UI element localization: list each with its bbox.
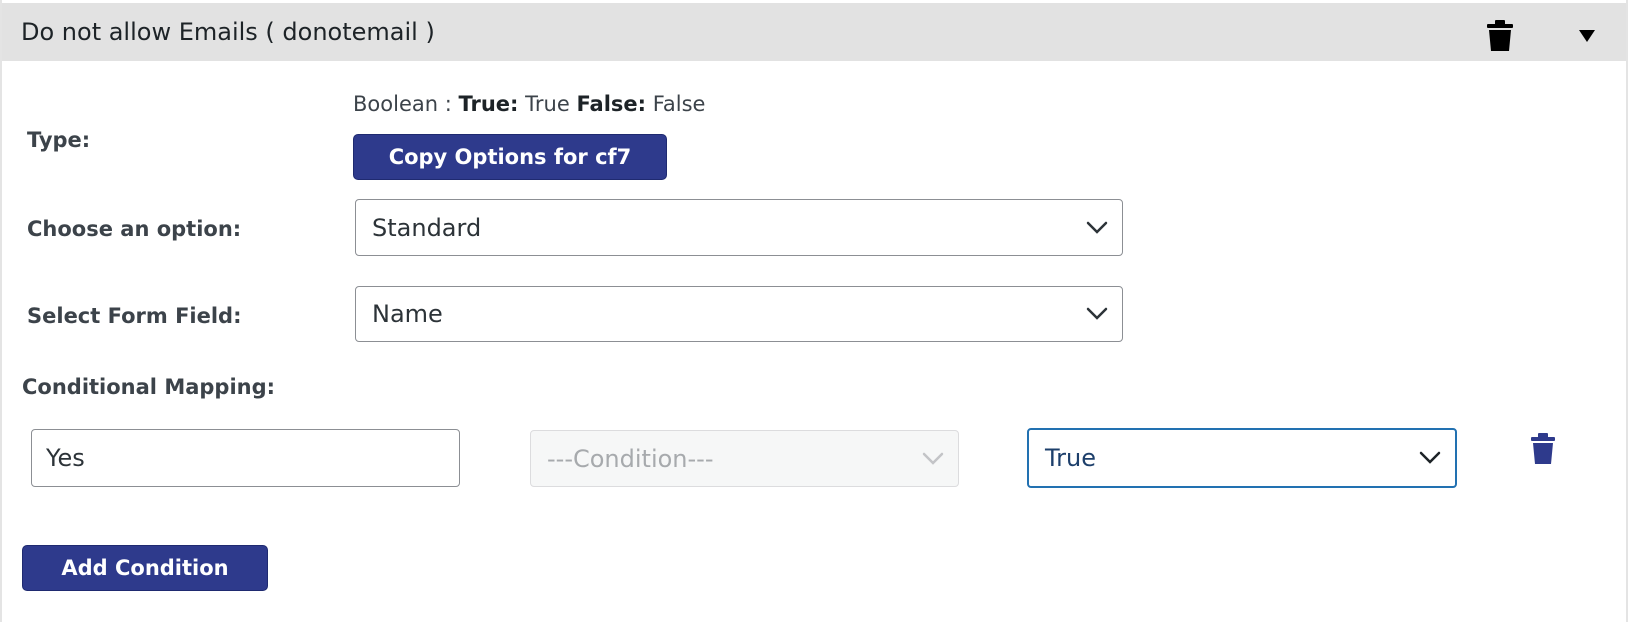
trash-icon[interactable] <box>1530 433 1556 465</box>
chevron-down-icon <box>1419 451 1441 464</box>
condition-result-select[interactable]: True <box>1027 428 1457 488</box>
condition-value-input[interactable]: Yes <box>31 429 460 487</box>
choose-option-select[interactable]: Standard <box>355 199 1123 256</box>
add-condition-button[interactable]: Add Condition <box>22 545 268 591</box>
panel-title: Do not allow Emails ( donotemail ) <box>21 18 435 46</box>
chevron-down-icon <box>922 452 944 465</box>
form-field-value: Name <box>372 300 443 328</box>
type-label: Type: <box>27 128 91 152</box>
form-field-select[interactable]: Name <box>355 286 1123 342</box>
field-panel: Do not allow Emails ( donotemail ) Boole… <box>0 0 1628 622</box>
condition-result-value: True <box>1045 444 1096 472</box>
trash-icon[interactable] <box>1486 20 1514 52</box>
type-description: Boolean : True: True False: False <box>353 92 706 116</box>
panel-header[interactable]: Do not allow Emails ( donotemail ) <box>2 3 1626 61</box>
form-field-label: Select Form Field: <box>27 304 242 328</box>
choose-option-value: Standard <box>372 213 482 242</box>
condition-operator-placeholder: ---Condition--- <box>547 444 714 473</box>
chevron-down-icon <box>1086 307 1108 320</box>
chevron-down-icon <box>1086 221 1108 234</box>
condition-value-text: Yes <box>46 444 85 472</box>
condition-operator-select[interactable]: ---Condition--- <box>530 430 959 487</box>
conditional-mapping-label: Conditional Mapping: <box>22 375 276 399</box>
choose-option-label: Choose an option: <box>27 217 242 241</box>
copy-options-button[interactable]: Copy Options for cf7 <box>353 134 667 180</box>
triangle-down-icon[interactable] <box>1578 28 1596 42</box>
